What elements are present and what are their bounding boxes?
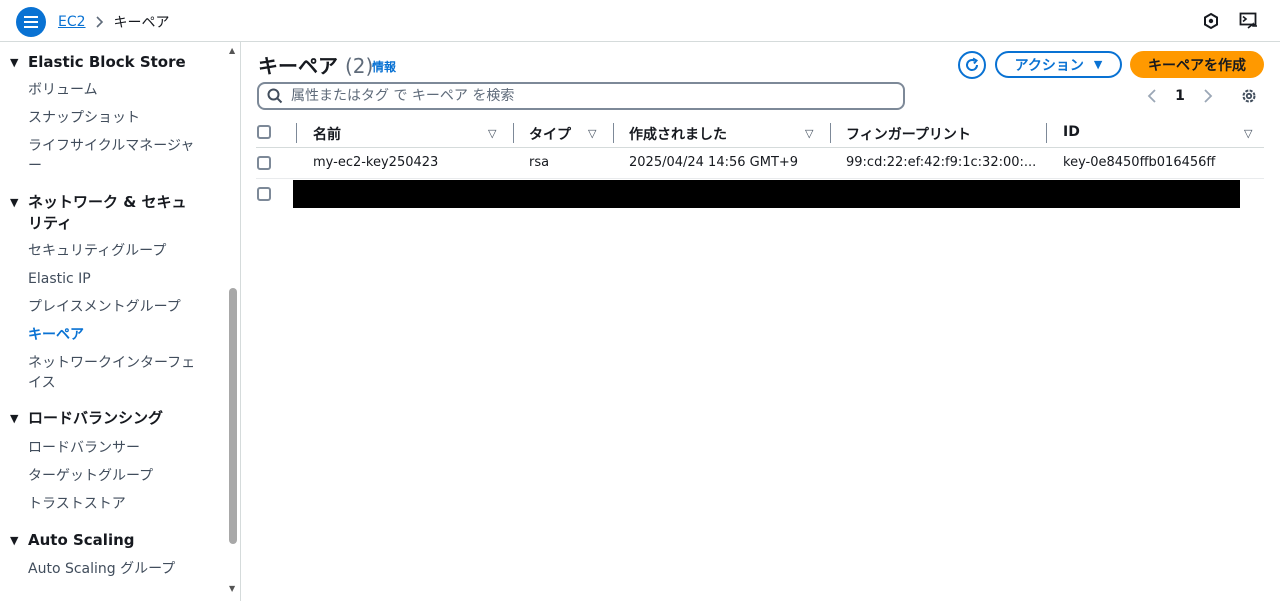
column-divider <box>513 123 514 143</box>
breadcrumb-ec2-link[interactable]: EC2 <box>58 14 86 30</box>
main-content: キーペア (2) 情報 アクション ▼ キーペアを作成 1 <box>242 42 1280 601</box>
select-all-checkbox[interactable] <box>257 125 271 139</box>
sidebar-item-placement-groups[interactable]: プレイスメントグループ <box>28 297 208 317</box>
sidebar-item-volumes[interactable]: ボリューム <box>28 80 208 100</box>
actions-label: アクション <box>1014 57 1084 74</box>
table-row[interactable] <box>256 179 1264 210</box>
search-icon <box>267 88 283 104</box>
sidebar-item-lifecycle-manager[interactable]: ライフサイクルマネージャー <box>28 136 200 176</box>
page-title: キーペア (2) <box>258 50 373 79</box>
cloudshell-icon[interactable] <box>1239 11 1259 31</box>
refresh-button[interactable] <box>958 51 986 79</box>
create-key-pair-button[interactable]: キーペアを作成 <box>1130 51 1264 78</box>
pagination: 1 <box>1142 86 1218 106</box>
breadcrumb-current: キーペア <box>113 15 170 31</box>
sidebar-item-snapshots[interactable]: スナップショット <box>28 108 208 128</box>
sidebar-section-title: Auto Scaling <box>28 531 135 549</box>
key-pairs-table: 名前 ▽ タイプ ▽ 作成されました ▽ フィンガープリント ID ▽ my-e… <box>256 118 1264 210</box>
sidebar-section-title: ネットワーク & セキュリティ <box>28 193 187 232</box>
sidebar-item-auto-scaling-groups[interactable]: Auto Scaling グループ <box>28 559 208 579</box>
cell-created: 2025/04/24 14:56 GMT+9 <box>629 155 799 170</box>
caret-down-icon: ▼ <box>10 196 19 209</box>
row-checkbox[interactable] <box>257 156 271 170</box>
column-divider <box>830 123 831 143</box>
previous-page-button[interactable] <box>1142 86 1162 106</box>
redacted-row-content <box>293 180 1240 208</box>
caret-down-icon: ▼ <box>10 534 19 547</box>
sidebar-section-network-security[interactable]: ▼ ネットワーク & セキュリティ <box>10 192 220 234</box>
search-box[interactable] <box>257 82 905 110</box>
sidebar-item-security-groups[interactable]: セキュリティグループ <box>28 241 208 261</box>
scroll-up-arrow[interactable]: ▲ <box>229 46 235 55</box>
row-checkbox[interactable] <box>257 187 271 201</box>
cell-type: rsa <box>529 155 550 170</box>
sort-icon[interactable]: ▽ <box>488 127 496 140</box>
caret-down-icon: ▼ <box>10 412 19 425</box>
next-page-button[interactable] <box>1198 86 1218 106</box>
sidebar-section-title: Elastic Block Store <box>28 53 186 71</box>
settings-icon[interactable] <box>1239 86 1259 106</box>
column-header-id[interactable]: ID <box>1063 124 1080 140</box>
sidebar-item-target-groups[interactable]: ターゲットグループ <box>28 466 208 486</box>
table-header: 名前 ▽ タイプ ▽ 作成されました ▽ フィンガープリント ID ▽ <box>256 118 1264 148</box>
caret-down-icon: ▼ <box>10 56 19 69</box>
current-page-number[interactable]: 1 <box>1162 88 1198 104</box>
sidebar-item-load-balancers[interactable]: ロードバランサー <box>28 438 208 458</box>
side-navigation: ▼ Elastic Block Store ボリューム スナップショット ライフ… <box>0 42 241 601</box>
sidebar-item-elastic-ip[interactable]: Elastic IP <box>28 269 208 289</box>
sidebar-section-ebs[interactable]: ▼ Elastic Block Store <box>10 52 220 73</box>
search-input[interactable] <box>291 88 881 104</box>
scroll-down-arrow[interactable]: ▼ <box>229 584 235 593</box>
breadcrumb: EC2 キーペア <box>58 12 170 32</box>
info-link[interactable]: 情報 <box>372 58 396 75</box>
sidebar-item-trust-stores[interactable]: トラストストア <box>28 494 208 514</box>
column-header-name[interactable]: 名前 <box>313 124 341 144</box>
sidebar-item-network-interfaces[interactable]: ネットワークインターフェイス <box>28 353 200 393</box>
cell-fingerprint: 99:cd:22:ef:42:f9:1c:32:00:... <box>846 155 1037 170</box>
column-divider <box>296 123 297 143</box>
chevron-left-icon <box>1147 89 1156 103</box>
column-header-fingerprint[interactable]: フィンガープリント <box>846 124 971 144</box>
sidebar-section-title: ロードバランシング <box>28 409 164 427</box>
sort-icon[interactable]: ▽ <box>805 127 813 140</box>
actions-dropdown[interactable]: アクション ▼ <box>995 51 1122 78</box>
notifications-icon[interactable] <box>1201 11 1221 31</box>
refresh-icon <box>966 57 979 71</box>
column-header-type[interactable]: タイプ <box>529 124 571 144</box>
menu-button[interactable] <box>16 7 46 37</box>
sidebar-section-load-balancing[interactable]: ▼ ロードバランシング <box>10 408 220 429</box>
cell-id: key-0e8450ffb016456ff <box>1063 155 1216 170</box>
chevron-right-icon <box>95 16 104 28</box>
sort-icon[interactable]: ▽ <box>588 127 596 140</box>
sidebar-section-auto-scaling[interactable]: ▼ Auto Scaling <box>10 530 220 551</box>
item-count: (2) <box>344 54 374 78</box>
column-divider <box>1046 123 1047 143</box>
menu-icon <box>24 16 38 28</box>
page-title-text: キーペア <box>258 54 338 78</box>
chevron-right-icon <box>1204 89 1213 103</box>
top-navigation-bar: EC2 キーペア <box>0 0 1280 42</box>
sidebar-scrollbar-thumb[interactable] <box>229 288 237 544</box>
caret-down-icon: ▼ <box>1093 58 1103 71</box>
table-row[interactable]: my-ec2-key250423 rsa 2025/04/24 14:56 GM… <box>256 148 1264 179</box>
sidebar-item-key-pairs[interactable]: キーペア <box>28 325 208 345</box>
cell-name: my-ec2-key250423 <box>313 155 439 170</box>
column-divider <box>613 123 614 143</box>
column-header-created[interactable]: 作成されました <box>629 124 727 144</box>
sort-icon[interactable]: ▽ <box>1244 127 1252 140</box>
